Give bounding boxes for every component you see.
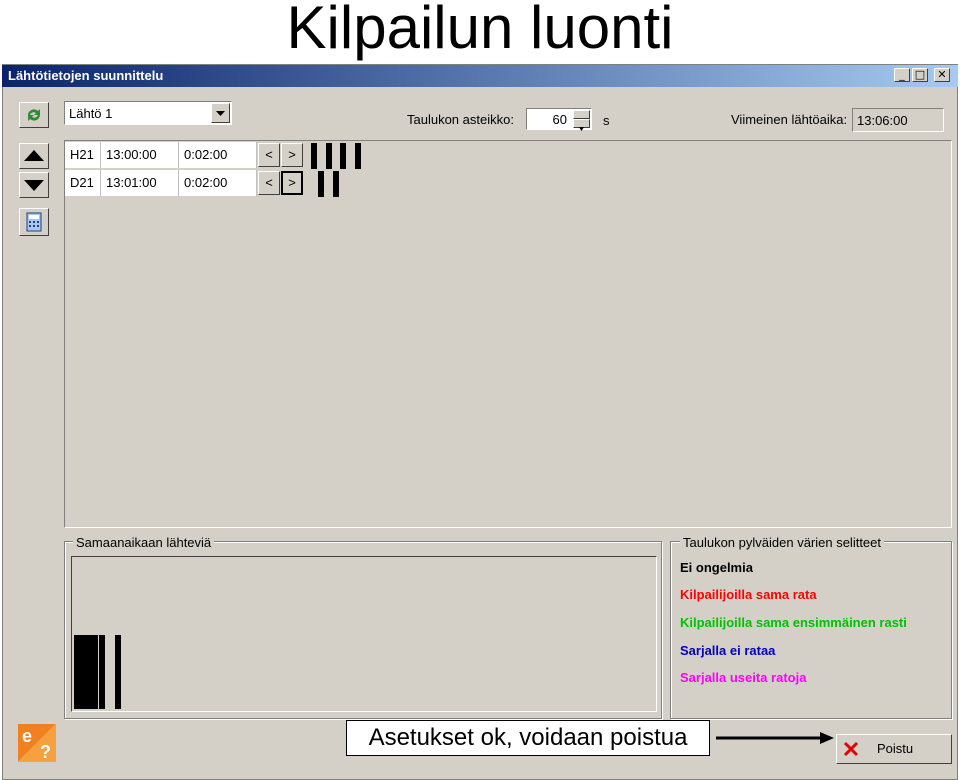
svg-text:e: e bbox=[22, 726, 32, 746]
start-bar bbox=[340, 143, 346, 169]
scale-value: 60 bbox=[552, 112, 567, 127]
simultaneous-bar bbox=[99, 635, 105, 709]
scale-down-button[interactable] bbox=[573, 119, 590, 131]
start-table: H21 13:00:00 0:02:00 < > D21 13:01:00 0:… bbox=[64, 140, 952, 528]
move-up-button[interactable] bbox=[19, 143, 49, 169]
scale-unit: s bbox=[603, 113, 610, 128]
simultaneous-chart bbox=[71, 556, 657, 712]
spin-down-icon bbox=[579, 127, 584, 131]
legend-item-no-course: Sarjalla ei rataa bbox=[680, 643, 776, 658]
start-bars bbox=[65, 141, 465, 201]
arrow-up-icon bbox=[24, 150, 44, 161]
legend-item-same-first-control: Kilpailijoilla sama ensimmäinen rasti bbox=[680, 615, 907, 630]
simultaneous-title: Samaanaikaan lähteviä bbox=[73, 535, 215, 550]
legend-title: Taulukon pylväiden värien selitteet bbox=[680, 535, 885, 550]
arrow-down-icon bbox=[24, 180, 44, 191]
start-bar bbox=[354, 143, 361, 169]
maximize-button[interactable]: □ bbox=[912, 68, 928, 82]
window-titlebar: Lähtötietojen suunnittelu _ □ ✕ bbox=[2, 65, 958, 87]
start-bar bbox=[311, 143, 317, 169]
last-start-value: 13:06:00 bbox=[857, 113, 908, 128]
legend-item-ok: Ei ongelmia bbox=[680, 560, 753, 575]
scale-label: Taulukon asteikko: bbox=[407, 112, 514, 127]
help-logo-button[interactable]: e ? bbox=[18, 724, 56, 762]
minimize-button[interactable]: _ bbox=[894, 68, 910, 82]
calculator-icon bbox=[26, 212, 42, 232]
close-x-icon bbox=[843, 741, 859, 757]
chevron-down-icon bbox=[216, 111, 225, 116]
start-select-value: Lähtö 1 bbox=[69, 106, 113, 121]
legend-item-same-course: Kilpailijoilla sama rata bbox=[680, 587, 817, 602]
move-down-button[interactable] bbox=[19, 172, 49, 198]
callout-arrow-icon bbox=[716, 732, 834, 744]
calculator-button[interactable] bbox=[19, 208, 49, 236]
last-start-field: 13:06:00 bbox=[852, 108, 944, 132]
last-start-label: Viimeinen lähtöaika: bbox=[731, 112, 848, 127]
exit-button[interactable]: Poistu bbox=[836, 734, 952, 764]
legend-item-multiple-courses: Sarjalla useita ratoja bbox=[680, 670, 807, 685]
simultaneous-bar bbox=[115, 635, 121, 709]
close-button[interactable]: ✕ bbox=[934, 68, 950, 82]
svg-text:?: ? bbox=[40, 742, 51, 762]
start-bar bbox=[318, 171, 324, 197]
exit-button-label: Poistu bbox=[877, 741, 914, 756]
slide-title: Kilpailun luonti bbox=[286, 0, 674, 61]
simultaneous-bar bbox=[92, 635, 98, 709]
refresh-button[interactable] bbox=[19, 102, 49, 128]
refresh-icon bbox=[28, 109, 40, 121]
start-bar bbox=[333, 171, 339, 197]
window-title: Lähtötietojen suunnittelu bbox=[8, 68, 164, 83]
callout-note: Asetukset ok, voidaan poistua bbox=[346, 720, 710, 756]
start-bar bbox=[325, 143, 332, 169]
scale-spinner[interactable]: 60 bbox=[526, 108, 592, 131]
scale-up-button[interactable] bbox=[573, 110, 590, 123]
start-select-dropdown-button[interactable] bbox=[211, 103, 230, 123]
help-logo-icon: e ? bbox=[18, 724, 56, 762]
start-select[interactable]: Lähtö 1 bbox=[64, 101, 232, 125]
